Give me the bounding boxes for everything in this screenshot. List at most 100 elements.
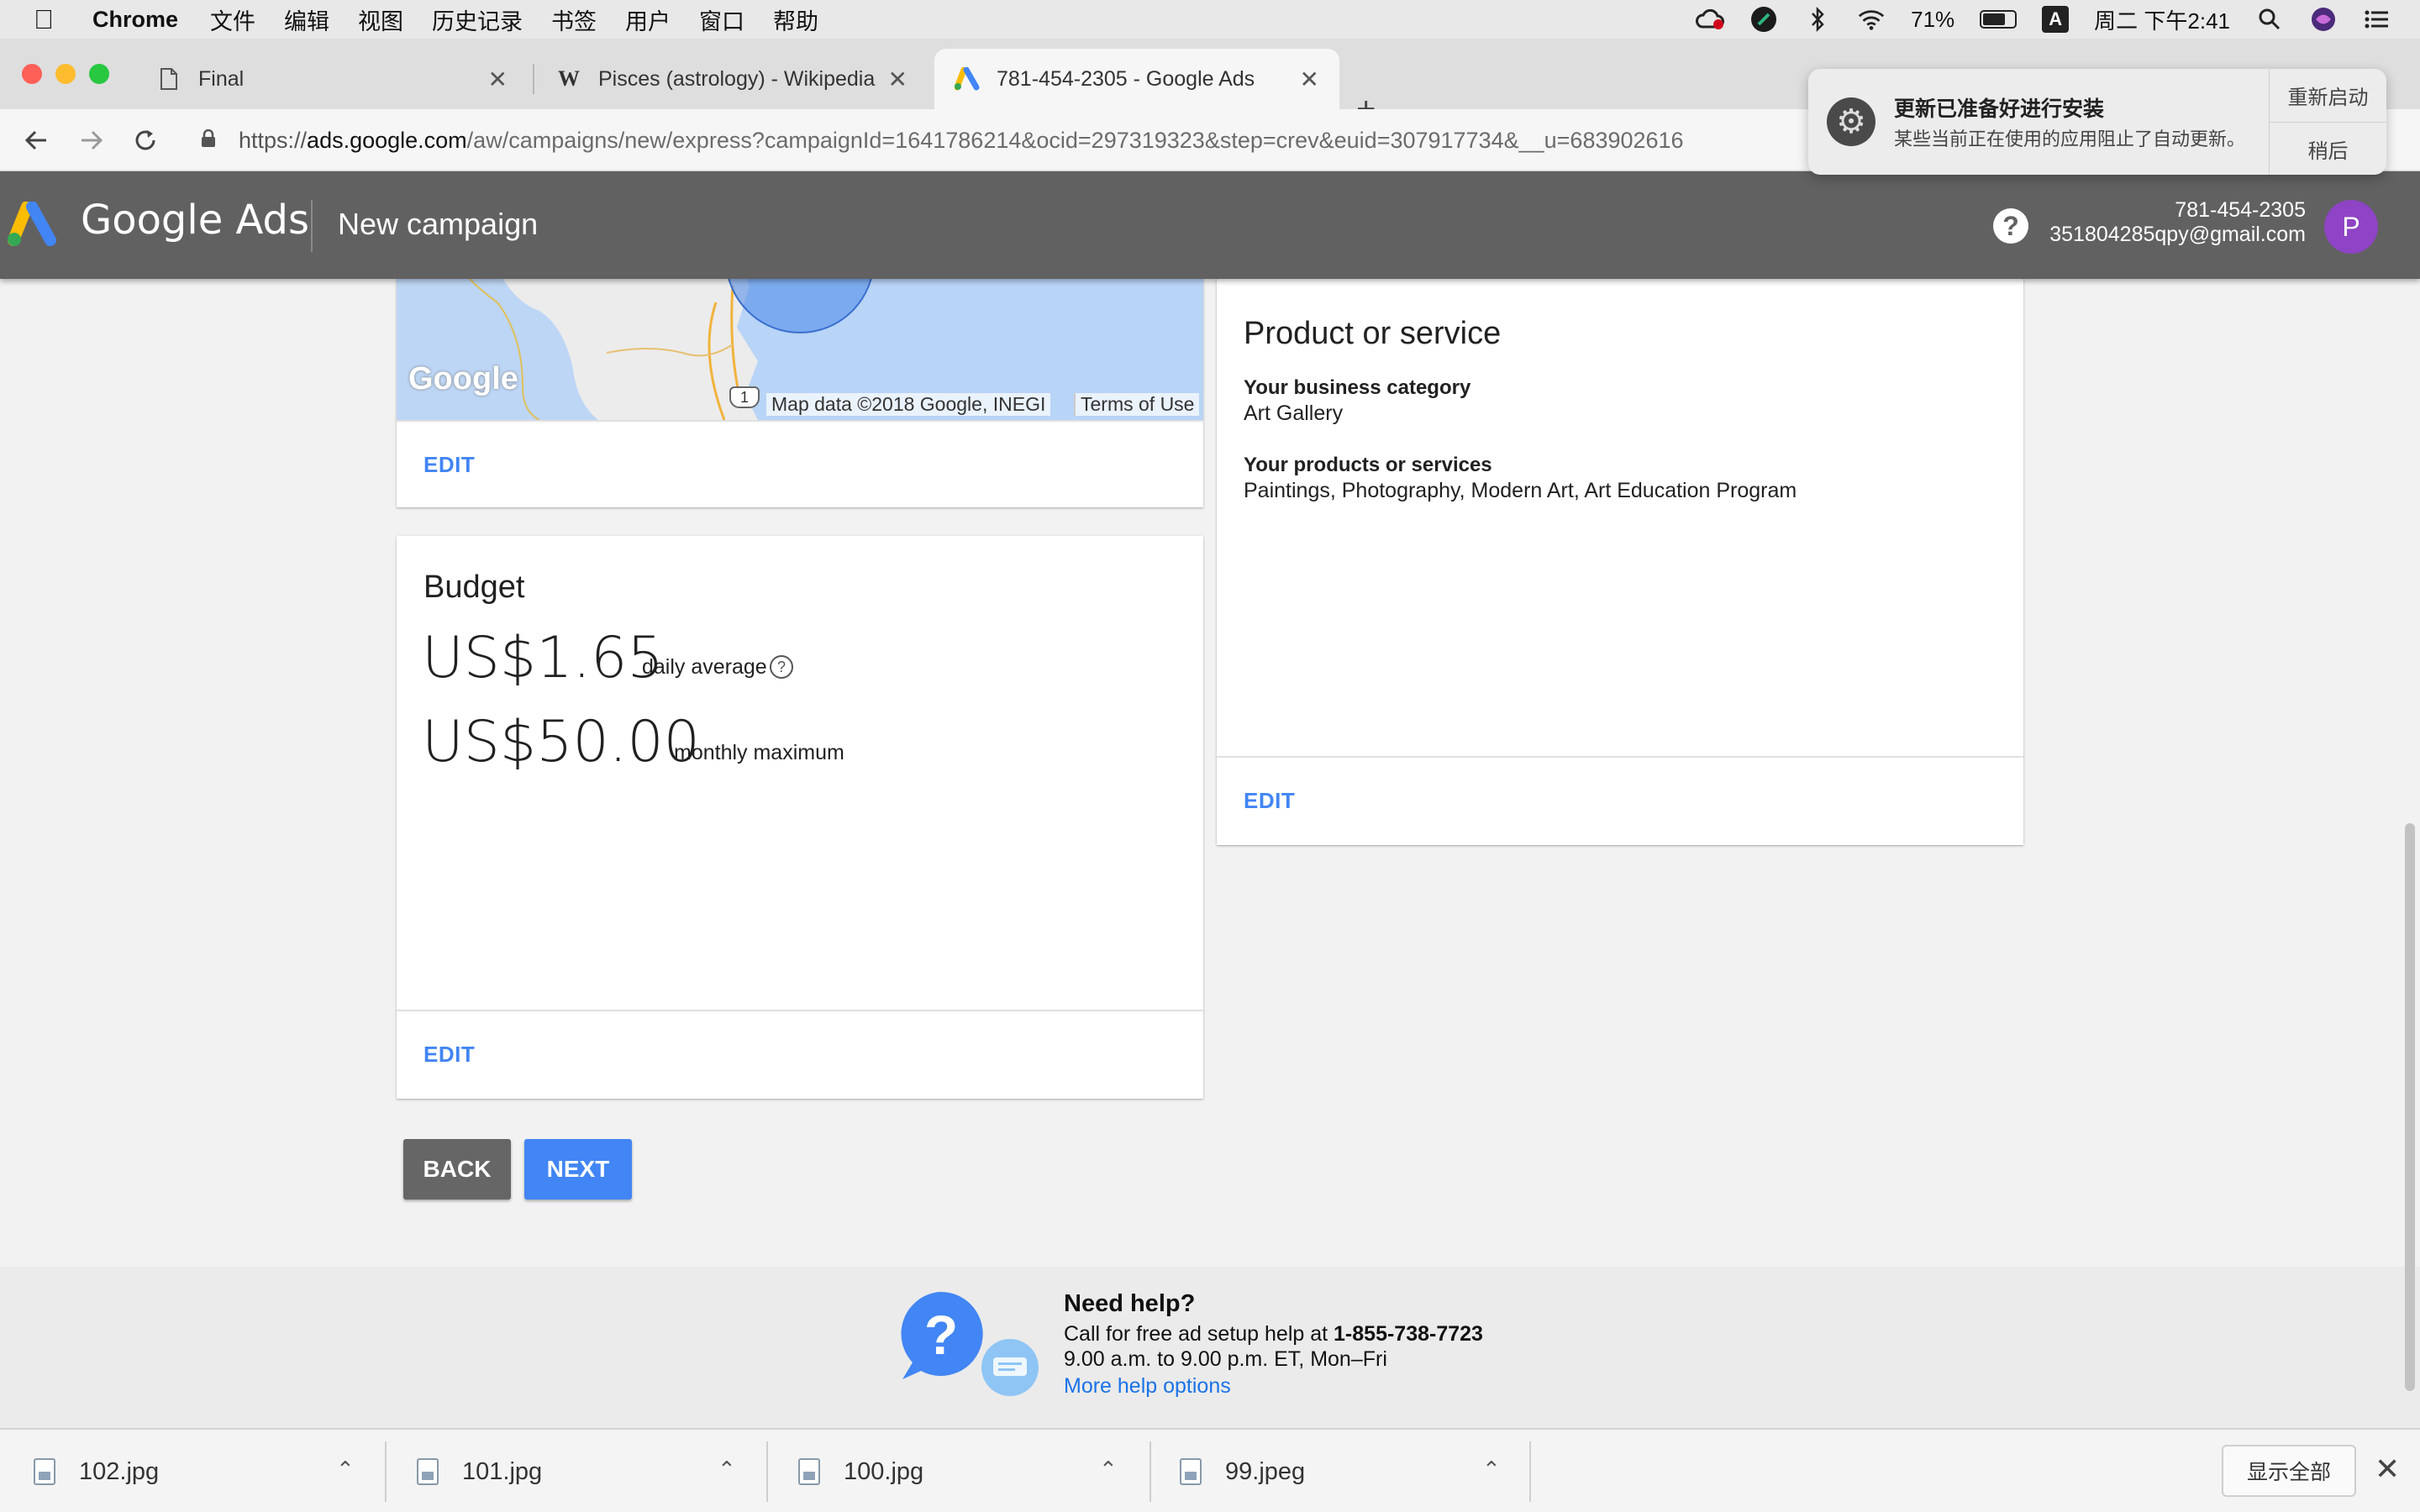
notification-title: 更新已准备好进行安装 bbox=[1894, 97, 2105, 121]
tab-divider bbox=[533, 64, 534, 94]
url-host: ads.google.com bbox=[307, 128, 467, 153]
menu-bookmarks[interactable]: 书签 bbox=[551, 3, 597, 36]
products-services-label: Your products or services bbox=[1244, 454, 1492, 476]
google-ads-header: Google Ads New campaign ? 781-454-2305 3… bbox=[0, 171, 2420, 279]
menu-window[interactable]: 窗口 bbox=[699, 3, 744, 36]
account-email: 351804285qpy@gmail.com bbox=[2049, 223, 2306, 246]
help-circle-icon[interactable]: ? bbox=[770, 655, 793, 679]
close-tab-icon[interactable]: ✕ bbox=[488, 66, 508, 93]
card-divider bbox=[397, 420, 1203, 422]
battery-percent: 71% bbox=[1911, 6, 1955, 32]
apple-menu-icon[interactable]:  bbox=[34, 4, 67, 35]
document-icon bbox=[156, 67, 182, 91]
macos-menubar:  Chrome 文件 编辑 视图 历史记录 书签 用户 窗口 帮助 71% A… bbox=[0, 0, 2420, 39]
google-map-logo: Google bbox=[408, 361, 518, 396]
help-title: Need help? bbox=[1064, 1290, 1196, 1317]
download-item[interactable]: 101.jpg ⌃ bbox=[417, 1430, 770, 1512]
download-filename: 101.jpg bbox=[462, 1457, 543, 1485]
download-shelf: 102.jpg ⌃ 101.jpg ⌃ 100.jpg ⌃ 99.jpeg ⌃ … bbox=[0, 1428, 2420, 1512]
monthly-budget-note: monthly maximum bbox=[674, 741, 844, 764]
budget-card: Budget US$1.65 daily average ? US$50.00 … bbox=[397, 536, 1203, 1099]
map-attribution: Map data ©2018 Google, INEGI bbox=[766, 393, 1051, 416]
header-divider bbox=[311, 200, 313, 252]
minimize-window-button[interactable] bbox=[55, 64, 76, 84]
menu-people[interactable]: 用户 bbox=[625, 3, 671, 36]
tab-wikipedia[interactable]: W Pisces (astrology) - Wikipedia ✕ bbox=[536, 49, 928, 109]
wifi-icon[interactable] bbox=[1857, 5, 1886, 34]
download-filename: 99.jpeg bbox=[1225, 1457, 1306, 1485]
url-scheme: https:// bbox=[239, 128, 308, 153]
download-filename: 100.jpg bbox=[844, 1457, 924, 1485]
forward-arrow-icon[interactable] bbox=[69, 118, 114, 163]
siri-icon[interactable] bbox=[2309, 5, 2338, 34]
product-edit-link[interactable]: EDIT bbox=[1244, 788, 1295, 814]
chevron-up-icon[interactable]: ⌃ bbox=[1482, 1457, 1501, 1483]
avatar[interactable]: P bbox=[2324, 200, 2378, 254]
spotlight-search-icon[interactable] bbox=[2255, 5, 2284, 34]
help-question-chat-icon: ? bbox=[901, 1291, 1039, 1396]
next-button[interactable]: NEXT bbox=[524, 1139, 632, 1200]
download-item[interactable]: 100.jpg ⌃ bbox=[798, 1430, 1151, 1512]
budget-title: Budget bbox=[424, 570, 525, 605]
app-menu-chrome[interactable]: Chrome bbox=[92, 7, 178, 33]
help-call-text: Call for free ad setup help at bbox=[1064, 1322, 1334, 1346]
tab-title: 781-454-2305 - Google Ads bbox=[997, 66, 1255, 91]
download-divider bbox=[766, 1441, 768, 1502]
notification-center-icon[interactable] bbox=[2363, 5, 2391, 34]
url-path: /aw/campaigns/new/express?campaignId=164… bbox=[466, 128, 1684, 153]
download-divider bbox=[385, 1441, 387, 1502]
download-item[interactable]: 102.jpg ⌃ bbox=[34, 1430, 387, 1512]
grammarly-icon[interactable] bbox=[1749, 5, 1778, 34]
tab-final[interactable]: Final ✕ bbox=[136, 49, 528, 109]
location-card: Google 1 Map data ©2018 Google, INEGI Te… bbox=[397, 252, 1203, 507]
back-button[interactable]: BACK bbox=[403, 1139, 511, 1200]
chevron-up-icon[interactable]: ⌃ bbox=[336, 1457, 355, 1483]
help-icon[interactable]: ? bbox=[1993, 208, 2028, 244]
menu-help[interactable]: 帮助 bbox=[773, 3, 818, 36]
reload-icon[interactable] bbox=[123, 118, 168, 163]
google-ads-brand[interactable]: Google Ads bbox=[81, 197, 309, 244]
close-tab-icon[interactable]: ✕ bbox=[888, 66, 908, 93]
map-terms-link[interactable]: Terms of Use bbox=[1074, 393, 1200, 416]
zoom-window-button[interactable] bbox=[89, 64, 109, 84]
battery-icon[interactable] bbox=[1980, 10, 2018, 29]
lock-icon[interactable] bbox=[200, 129, 217, 148]
menu-edit[interactable]: 编辑 bbox=[284, 3, 329, 36]
menu-history[interactable]: 历史记录 bbox=[432, 3, 523, 36]
more-help-options-link[interactable]: More help options bbox=[1064, 1374, 1231, 1399]
tab-google-ads[interactable]: 781-454-2305 - Google Ads ✕ bbox=[934, 49, 1339, 109]
chevron-up-icon[interactable]: ⌃ bbox=[1099, 1457, 1118, 1483]
menu-file[interactable]: 文件 bbox=[210, 3, 255, 36]
help-hours: 9.00 a.m. to 9.00 p.m. ET, Mon–Fri bbox=[1064, 1347, 1387, 1371]
help-phone[interactable]: 1-855-738-7723 bbox=[1334, 1322, 1483, 1346]
later-button[interactable]: 稍后 bbox=[2270, 122, 2386, 175]
product-title: Product or service bbox=[1244, 316, 1502, 351]
chevron-up-icon[interactable]: ⌃ bbox=[718, 1457, 736, 1483]
back-arrow-icon[interactable] bbox=[13, 118, 59, 163]
menu-view[interactable]: 视图 bbox=[358, 3, 403, 36]
clock[interactable]: 周二 下午2:41 bbox=[2094, 4, 2230, 35]
tab-title: Pisces (astrology) - Wikipedia bbox=[598, 66, 876, 91]
google-ads-logo-icon[interactable] bbox=[7, 202, 59, 249]
creative-cloud-icon[interactable] bbox=[1696, 5, 1725, 34]
close-shelf-icon[interactable]: ✕ bbox=[2375, 1452, 2400, 1487]
page-scrollbar[interactable] bbox=[2405, 823, 2415, 1391]
image-file-icon bbox=[1180, 1458, 1202, 1485]
help-call-line: Call for free ad setup help at 1-855-738… bbox=[1064, 1322, 1483, 1347]
close-tab-icon[interactable]: ✕ bbox=[1300, 66, 1319, 93]
update-notification: ⚙ 更新已准备好进行安装 某些当前正在使用的应用阻止了自动更新。 重新启动 稍后 bbox=[1808, 69, 2386, 175]
download-divider bbox=[1150, 1441, 1151, 1502]
image-file-icon bbox=[34, 1458, 55, 1485]
location-edit-link[interactable]: EDIT bbox=[424, 452, 475, 478]
business-category-value: Art Gallery bbox=[1244, 402, 1344, 425]
show-all-downloads-button[interactable]: 显示全部 bbox=[2222, 1445, 2356, 1497]
bluetooth-icon[interactable] bbox=[1803, 5, 1832, 34]
input-method-icon[interactable]: A bbox=[2042, 6, 2070, 33]
download-item[interactable]: 99.jpeg ⌃ bbox=[1180, 1430, 1533, 1512]
account-info[interactable]: 781-454-2305 351804285qpy@gmail.com bbox=[2049, 198, 2306, 247]
monthly-budget-amount: US$50.00 bbox=[422, 709, 700, 775]
address-bar[interactable]: https://ads.google.com/aw/campaigns/new/… bbox=[239, 119, 1852, 161]
budget-edit-link[interactable]: EDIT bbox=[424, 1042, 475, 1068]
close-window-button[interactable] bbox=[22, 64, 42, 84]
restart-button[interactable]: 重新启动 bbox=[2270, 69, 2386, 122]
